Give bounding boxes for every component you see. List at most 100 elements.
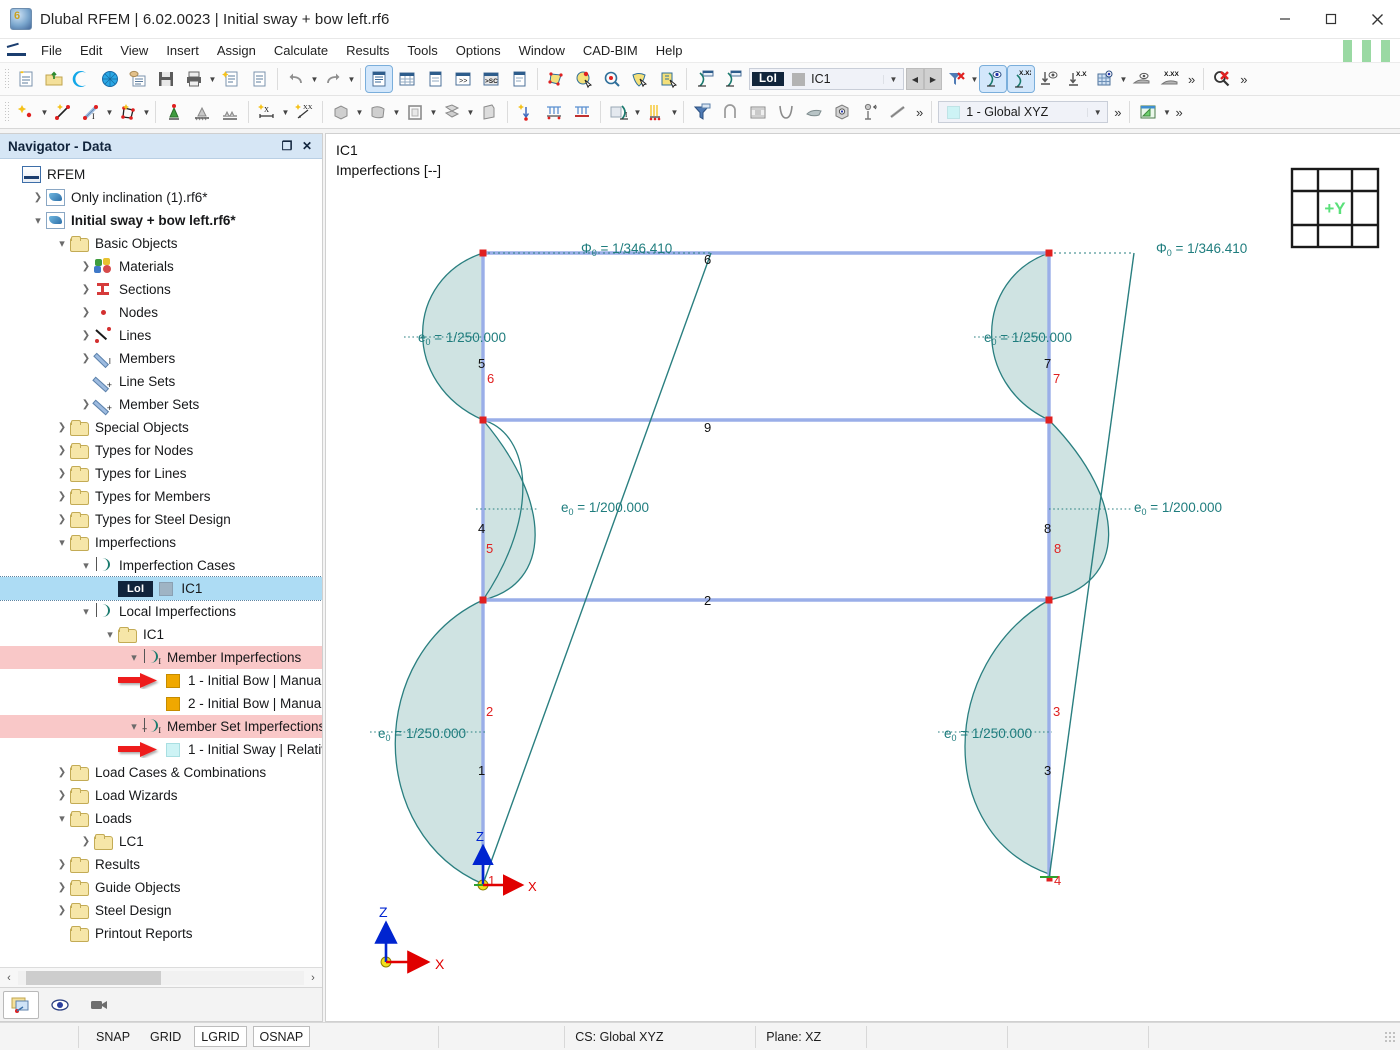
opening-icon[interactable]	[365, 99, 391, 125]
dlubal-center-icon[interactable]	[69, 66, 95, 92]
collapse-toggle-icon[interactable]	[54, 445, 70, 456]
model-info-icon[interactable]	[125, 66, 151, 92]
animation-icon[interactable]	[745, 99, 771, 125]
menu-file[interactable]: File	[32, 40, 71, 61]
tree-item-member-imperfections[interactable]: I Member Imperfections	[0, 646, 322, 669]
tree-item-imperfections[interactable]: Imperfections	[0, 531, 322, 554]
collapse-toggle-icon[interactable]	[54, 790, 70, 801]
tree-item-basic-objects[interactable]: Basic Objects	[0, 232, 322, 255]
frame-icon[interactable]	[402, 99, 428, 125]
tree-item-local-imperfections[interactable]: Local Imperfections	[0, 600, 322, 623]
frame-caret[interactable]: ▼	[429, 101, 438, 123]
expand-toggle-icon[interactable]	[126, 720, 142, 733]
expand-toggle-icon[interactable]	[30, 214, 46, 227]
tree-item-types-for-lines[interactable]: Types for Lines	[0, 462, 322, 485]
open-folder-icon[interactable]	[41, 66, 67, 92]
lgrid-toggle[interactable]: LGRID	[194, 1026, 247, 1047]
deform-icon[interactable]	[773, 99, 799, 125]
toolbar-grip-2[interactable]	[4, 101, 9, 123]
workplane-caret[interactable]: ▼	[1162, 101, 1171, 123]
solid-caret[interactable]: ▼	[355, 101, 364, 123]
scroll-left-arrow[interactable]: ‹	[0, 972, 18, 984]
workplane-icon[interactable]	[1135, 99, 1161, 125]
expand-toggle-icon[interactable]	[54, 237, 70, 250]
menu-insert[interactable]: Insert	[157, 40, 208, 61]
new-member-icon[interactable]: I	[78, 99, 104, 125]
grid-toggle[interactable]: GRID	[143, 1026, 188, 1047]
imperfection-new-icon[interactable]	[720, 66, 746, 92]
grid-icon[interactable]	[1092, 66, 1118, 92]
cs-chevron-down-icon[interactable]: ▼	[1087, 107, 1107, 117]
new-node-caret[interactable]: ▼	[40, 101, 49, 123]
dimension-xx-icon[interactable]: XX	[291, 99, 317, 125]
navigator-horizontal-scrollbar[interactable]: ‹ ›	[0, 967, 322, 987]
collapse-toggle-icon[interactable]	[54, 859, 70, 870]
tree-item-nodes[interactable]: Nodes	[0, 301, 322, 324]
redo-icon[interactable]	[320, 66, 346, 92]
undo-dropdown-caret[interactable]: ▼	[310, 68, 319, 90]
tree-item-load-wizards[interactable]: Load Wizards	[0, 784, 322, 807]
collapse-toggle-icon[interactable]	[78, 307, 94, 318]
menu-edit[interactable]: Edit	[71, 40, 111, 61]
solid-icon[interactable]	[328, 99, 354, 125]
collapse-toggle-icon[interactable]	[78, 399, 94, 410]
nodal-support-icon[interactable]	[189, 99, 215, 125]
collapse-toggle-icon[interactable]	[54, 514, 70, 525]
imperfection-case-combo[interactable]: LoI IC1 ▼	[749, 68, 904, 90]
save-icon[interactable]	[153, 66, 179, 92]
redo-dropdown-caret[interactable]: ▼	[347, 68, 356, 90]
expand-toggle-icon[interactable]	[126, 651, 142, 664]
tree-item-ic1[interactable]: LoI IC1	[0, 576, 322, 601]
chevron-down-icon[interactable]: ▼	[883, 74, 903, 84]
collapse-toggle-icon[interactable]	[78, 330, 94, 341]
expand-toggle-icon[interactable]	[54, 536, 70, 549]
coordinate-system-combo[interactable]: 1 - Global XYZ ▼	[938, 101, 1109, 123]
expand-toggle-icon[interactable]	[54, 812, 70, 825]
member-imperfection-icon[interactable]: I	[606, 99, 632, 125]
tree-item-only-inclination-1-rf6[interactable]: Only inclination (1).rf6*	[0, 186, 322, 209]
navigator-icon[interactable]	[365, 65, 393, 93]
select-zoom-icon[interactable]	[599, 66, 625, 92]
tree-item-initial-sway-bow-left-rf6[interactable]: Initial sway + bow left.rf6*	[0, 209, 322, 232]
new-support-icon[interactable]	[161, 99, 187, 125]
new-surface-caret[interactable]: ▼	[142, 101, 151, 123]
dimension-caret[interactable]: ▼	[281, 101, 290, 123]
collapse-toggle-icon[interactable]	[54, 905, 70, 916]
tree-item-load-cases-combinations[interactable]: Load Cases & Combinations	[0, 761, 322, 784]
toolbar-grip[interactable]	[4, 68, 9, 90]
tree-item-rfem[interactable]: RFEM	[0, 163, 322, 186]
release-icon[interactable]	[439, 99, 465, 125]
snap-toggle[interactable]: SNAP	[89, 1026, 137, 1047]
table-icon[interactable]	[394, 66, 420, 92]
new-member-caret[interactable]: ▼	[105, 101, 114, 123]
arc-icon[interactable]	[717, 99, 743, 125]
tree-item-1-initial-sway-relative[interactable]: 1 - Initial Sway | Relative	[0, 738, 322, 761]
data-navigator-tab[interactable]	[3, 990, 39, 1019]
tree-item-sections[interactable]: Sections	[0, 278, 322, 301]
report-icon[interactable]	[506, 66, 532, 92]
print-dropdown-caret[interactable]: ▼	[208, 68, 217, 90]
menu-options[interactable]: Options	[447, 40, 510, 61]
edit-table-icon[interactable]	[655, 66, 681, 92]
load-point-icon[interactable]	[513, 99, 539, 125]
zoom-clear-icon[interactable]	[1209, 66, 1235, 92]
tree-item-lc1[interactable]: LC1	[0, 830, 322, 853]
prev-case-button[interactable]: ◀	[906, 68, 924, 90]
detail-table-icon[interactable]	[422, 66, 448, 92]
filter-dropdown-caret[interactable]: ▼	[970, 68, 979, 90]
filter-clear-icon[interactable]	[943, 66, 969, 92]
maximize-button[interactable]	[1308, 0, 1354, 39]
surface-icon[interactable]	[1129, 66, 1155, 92]
new-model-icon[interactable]	[13, 66, 39, 92]
tree-item-results[interactable]: Results	[0, 853, 322, 876]
menu-results[interactable]: Results	[337, 40, 398, 61]
new-report-icon[interactable]	[218, 66, 244, 92]
expand-toggle-icon[interactable]	[102, 628, 118, 641]
undo-icon[interactable]	[283, 66, 309, 92]
collapse-toggle-icon[interactable]	[78, 261, 94, 272]
tree-item-imperfection-cases[interactable]: Imperfection Cases	[0, 554, 322, 577]
graphics-view[interactable]: IC1 Imperfections [--] +Y 1 2 4 3 5 8 6 …	[325, 133, 1400, 1022]
views-navigator-tab[interactable]	[81, 991, 117, 1019]
collapse-toggle-icon[interactable]	[54, 491, 70, 502]
navigator-restore-button[interactable]: ❐	[278, 137, 296, 155]
